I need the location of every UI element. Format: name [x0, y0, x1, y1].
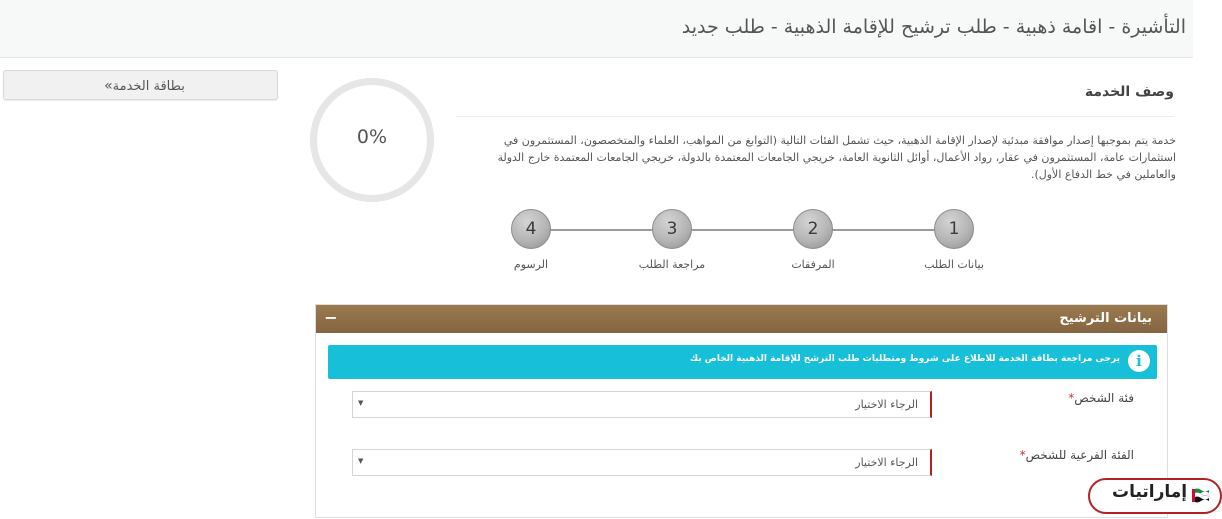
service-description-title: وصف الخدمة — [1084, 84, 1174, 100]
double-chevron-icon: » — [104, 78, 113, 94]
service-card-button[interactable]: بطاقة الخدمة» — [3, 70, 278, 100]
step-4-label: الرسوم — [513, 258, 549, 271]
step-2-label: المرفقات — [791, 258, 835, 271]
person-category-select[interactable]: الرجاء الاختيار ▼ — [352, 391, 932, 418]
collapse-toggle-button[interactable]: − — [323, 310, 339, 327]
person-subcategory-value: الرجاء الاختيار — [855, 456, 918, 469]
step-4-circle: 4 — [511, 209, 551, 249]
page-title: التأشيرة - اقامة ذهبية - طلب ترشيح للإقا… — [681, 16, 1186, 38]
service-description-text: خدمة يتم بموجبها إصدار موافقة مبدئية لإص… — [497, 134, 1176, 181]
uae-flag-icon — [1192, 488, 1210, 503]
person-category-value: الرجاء الاختيار — [855, 398, 918, 411]
step-1-circle: 1 — [934, 209, 974, 249]
progress-value: 0% — [356, 126, 388, 148]
step-1-label: بيانات الطلب — [924, 258, 984, 271]
info-alert-text: يرجى مراجعة بطاقة الخدمة للاطلاع على شرو… — [689, 354, 1120, 364]
description-divider — [456, 116, 1174, 117]
person-subcategory-label: الفئة الفرعية للشخص* — [1016, 448, 1134, 462]
nomination-panel-header — [316, 305, 1167, 333]
step-3-circle: 3 — [652, 209, 692, 249]
person-category-label: فئة الشخص* — [1064, 391, 1134, 405]
person-subcategory-select[interactable]: الرجاء الاختيار ▼ — [352, 449, 932, 476]
step-3-label: مراجعة الطلب — [638, 258, 706, 271]
dropdown-arrow-icon: ▼ — [358, 457, 364, 465]
person-subcategory-label-text: الفئة الفرعية للشخص — [1025, 448, 1134, 462]
info-icon: i — [1128, 350, 1150, 372]
nomination-panel-title: بيانات الترشيح — [1059, 311, 1152, 326]
person-category-label-text: فئة الشخص — [1074, 391, 1134, 405]
service-card-label: بطاقة الخدمة — [112, 79, 185, 94]
dropdown-arrow-icon: ▼ — [358, 399, 364, 407]
steps-connector-line — [531, 229, 956, 231]
step-2-circle: 2 — [793, 209, 833, 249]
watermark-logo-text: إماراتيات — [1112, 482, 1188, 502]
